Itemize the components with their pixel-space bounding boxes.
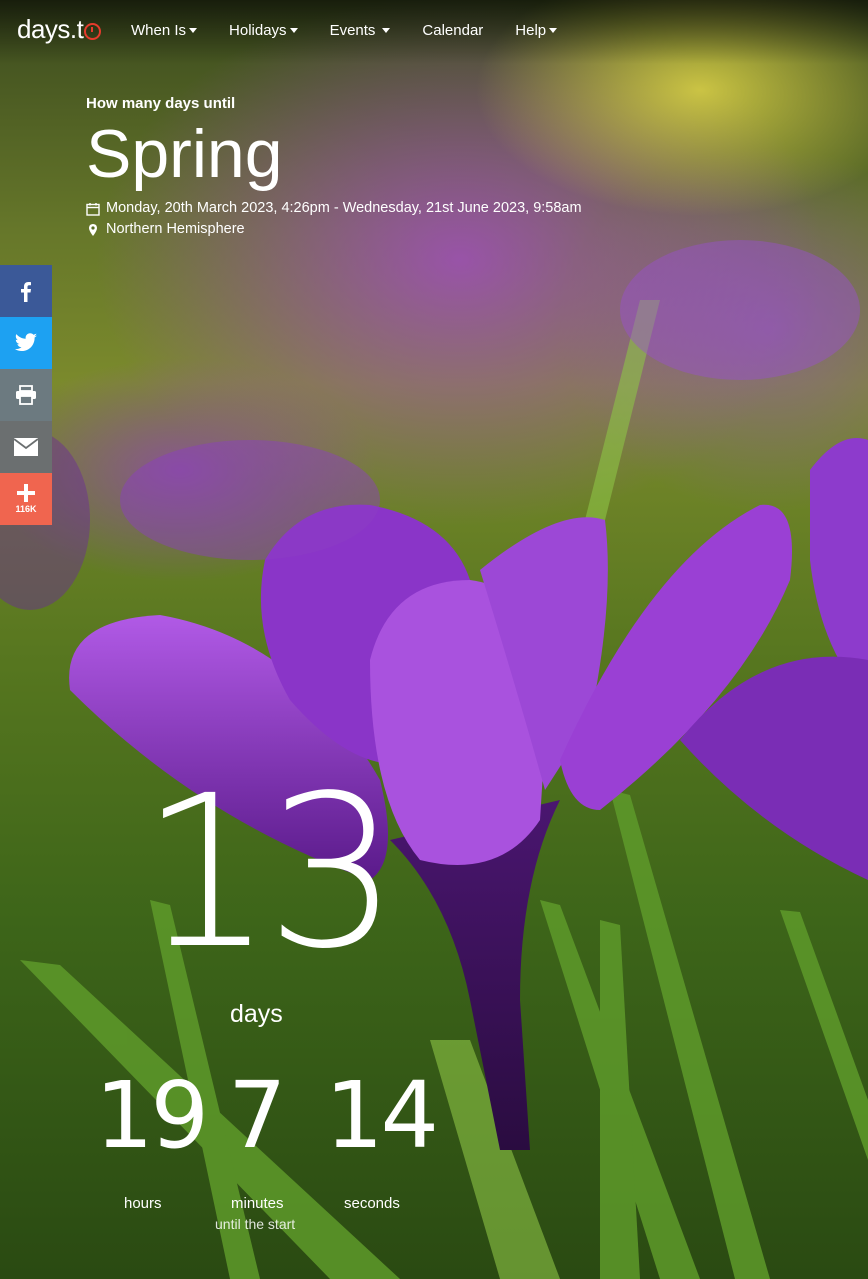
date-range-row: Monday, 20th March 2023, 4:26pm - Wednes… [86,198,582,219]
plus-icon [17,484,35,502]
share-count: 116K [15,504,37,514]
nav-label: When Is [131,22,187,39]
logo-text: days.t [17,14,84,44]
location: Northern Hemisphere [106,221,245,237]
facebook-share-button[interactable] [0,265,52,317]
main-nav: When Is Holidays Events Calendar Help [131,22,589,39]
days-value: 13 [140,750,399,995]
nav-calendar[interactable]: Calendar [422,22,483,39]
clock-icon [84,23,102,40]
nav-holidays[interactable]: Holidays [229,22,298,39]
event-header: How many days until Spring Monday, 20th … [86,95,582,240]
page-title: Spring [86,116,283,192]
share-sidebar: 116K [0,265,52,525]
chevron-down-icon [382,28,391,33]
mail-icon [14,438,38,456]
twitter-share-button[interactable] [0,317,52,369]
nav-help[interactable]: Help [515,22,558,39]
nav-when-is[interactable]: When Is [131,22,198,39]
chevron-down-icon [549,28,558,33]
top-navbar: days.t When Is Holidays Events Calendar … [0,0,868,64]
facebook-icon [21,282,31,302]
nav-label: Holidays [229,22,287,39]
pretitle: How many days until [86,95,236,112]
nav-label: Calendar [422,22,484,39]
print-button[interactable] [0,369,52,421]
nav-label: Events [329,22,376,39]
date-range: Monday, 20th March 2023, 4:26pm - Wednes… [106,200,582,216]
twitter-icon [14,333,38,351]
chevron-down-icon [189,28,198,33]
chevron-down-icon [289,28,298,33]
location-row: Northern Hemisphere [86,219,582,240]
nav-label: Help [515,22,547,39]
nav-events[interactable]: Events [330,22,391,39]
more-share-button[interactable]: 116K [0,473,52,525]
event-meta: Monday, 20th March 2023, 4:26pm - Wednes… [86,198,582,240]
print-icon [16,385,36,405]
map-pin-icon [89,223,97,236]
calendar-icon [86,202,100,216]
email-share-button[interactable] [0,421,52,473]
site-logo[interactable]: days.t [17,14,102,45]
